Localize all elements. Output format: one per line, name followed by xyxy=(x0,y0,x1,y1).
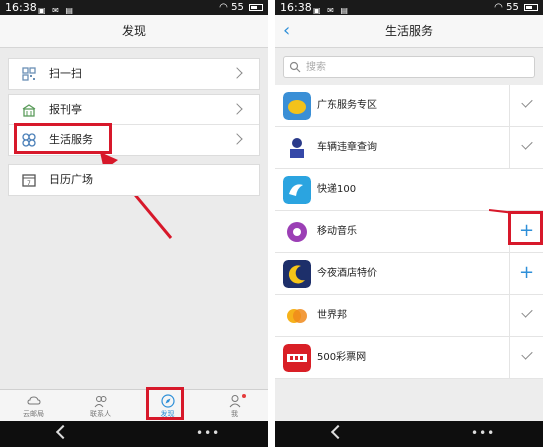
wifi-icon: ◠ xyxy=(494,2,503,13)
system-nav-bar: ••• xyxy=(0,421,268,447)
service-name: 车辆违章查询 xyxy=(317,142,377,153)
wifi-icon: ◠ xyxy=(219,2,228,13)
tab-contacts[interactable]: 联系人 xyxy=(67,390,134,422)
added-indicator xyxy=(509,337,543,379)
hotel-deal-logo-icon xyxy=(283,260,311,288)
discover-screen: 16:38 ▣ ✉ ▤ ◠ 55 发现 扫一扫 报刊亭 生活服务 7 日历广场 … xyxy=(0,0,268,447)
back-icon[interactable] xyxy=(330,424,346,440)
contacts-icon xyxy=(94,396,106,408)
page-title: ‹ 生活服务 xyxy=(275,15,543,48)
tab-cloud-mail[interactable]: 云邮局 xyxy=(0,390,67,422)
service-row[interactable]: 车辆违章查询 xyxy=(275,127,543,169)
service-name: 500彩票网 xyxy=(317,352,367,363)
battery-level: 55 xyxy=(231,2,244,13)
service-row[interactable]: 快递100 xyxy=(275,169,543,211)
status-right: ◠ 55 xyxy=(219,0,263,15)
svg-text:7: 7 xyxy=(27,180,31,187)
kuaidi100-logo-icon xyxy=(283,176,311,204)
cloud-mail-icon xyxy=(26,396,41,405)
user-icon xyxy=(229,395,240,408)
service-row[interactable]: 500彩票网 xyxy=(275,337,543,379)
highlight-annotation xyxy=(508,211,543,245)
highlight-annotation xyxy=(146,387,184,420)
bottom-tab-bar: 云邮局 联系人 发现 我 xyxy=(0,389,268,421)
check-icon xyxy=(521,306,533,318)
service-row[interactable]: 今夜酒店特价 + xyxy=(275,253,543,295)
check-icon xyxy=(521,96,533,108)
service-row[interactable]: 世界邦 xyxy=(275,295,543,337)
menu-label: 报刊亭 xyxy=(49,103,82,116)
tab-label: 我 xyxy=(231,410,238,418)
traffic-police-logo-icon xyxy=(283,134,311,162)
chevron-right-icon xyxy=(231,67,243,79)
screenshot-root: 16:38 ▣ ✉ ▤ ◠ 55 发现 扫一扫 报刊亭 生活服务 7 日历广场 … xyxy=(0,0,543,447)
status-time: 16:38 xyxy=(5,1,37,14)
menu-label: 日历广场 xyxy=(49,173,93,186)
mobile-music-logo-icon xyxy=(283,218,311,246)
guangdong-service-logo-icon xyxy=(283,92,311,120)
menu-item-scan[interactable]: 扫一扫 xyxy=(9,59,259,89)
service-name: 移动音乐 xyxy=(317,226,357,237)
added-indicator xyxy=(509,85,543,127)
service-row[interactable]: 移动音乐 + xyxy=(275,211,543,253)
menu-group-scan: 扫一扫 xyxy=(8,58,260,90)
plus-icon: + xyxy=(518,262,535,283)
status-bar: 16:38 ▣ ✉ ▤ ◠ 55 xyxy=(275,0,543,15)
service-row[interactable]: 广东服务专区 xyxy=(275,85,543,127)
status-bar: 16:38 ▣ ✉ ▤ ◠ 55 xyxy=(0,0,268,15)
add-service-button[interactable]: + xyxy=(509,253,543,295)
more-icon[interactable]: ••• xyxy=(471,426,495,440)
status-time: 16:38 xyxy=(280,1,312,14)
service-list: 广东服务专区 车辆违章查询 快递100 移动音乐 + 今夜酒店特价 + 世界邦 … xyxy=(275,85,543,379)
service-name: 世界邦 xyxy=(317,310,347,321)
chevron-right-icon xyxy=(231,103,243,115)
notification-badge xyxy=(242,394,246,398)
check-icon xyxy=(521,138,533,150)
newsstand-icon xyxy=(22,104,36,117)
qr-scan-icon xyxy=(22,67,36,81)
tab-label: 云邮局 xyxy=(23,410,44,418)
back-icon[interactable] xyxy=(55,424,71,440)
search-input[interactable] xyxy=(306,58,506,76)
battery-icon xyxy=(249,3,263,11)
lottery-500-logo-icon xyxy=(283,344,311,372)
menu-label: 扫一扫 xyxy=(49,67,82,80)
added-indicator xyxy=(509,295,543,337)
more-icon[interactable]: ••• xyxy=(196,426,220,440)
title-text: 生活服务 xyxy=(384,24,433,38)
service-name: 快递100 xyxy=(317,184,357,195)
service-name: 今夜酒店特价 xyxy=(317,268,377,279)
status-right: ◠ 55 xyxy=(494,0,538,15)
search-area xyxy=(275,49,543,85)
page-title: 发现 xyxy=(0,15,268,48)
service-name: 广东服务专区 xyxy=(317,100,377,111)
menu-item-calendar[interactable]: 7 日历广场 xyxy=(9,165,259,195)
back-chevron-icon[interactable]: ‹ xyxy=(283,15,299,48)
chevron-right-icon xyxy=(231,133,243,145)
search-box[interactable] xyxy=(283,56,535,78)
added-indicator xyxy=(509,127,543,169)
calendar-icon: 7 xyxy=(22,174,36,187)
menu-group-calendar: 7 日历广场 xyxy=(8,164,260,196)
shijiebang-logo-icon xyxy=(283,302,311,330)
battery-icon xyxy=(524,3,538,11)
check-icon xyxy=(521,348,533,360)
tab-label: 联系人 xyxy=(90,410,111,418)
search-icon xyxy=(289,61,301,73)
battery-level: 55 xyxy=(506,2,519,13)
life-service-screen: 16:38 ▣ ✉ ▤ ◠ 55 ‹ 生活服务 广东服务专区 xyxy=(275,0,543,447)
system-nav-bar: ••• xyxy=(275,421,543,447)
tab-me[interactable]: 我 xyxy=(201,390,268,422)
screen-divider xyxy=(268,0,275,447)
menu-item-newsstand[interactable]: 报刊亭 xyxy=(9,95,259,125)
